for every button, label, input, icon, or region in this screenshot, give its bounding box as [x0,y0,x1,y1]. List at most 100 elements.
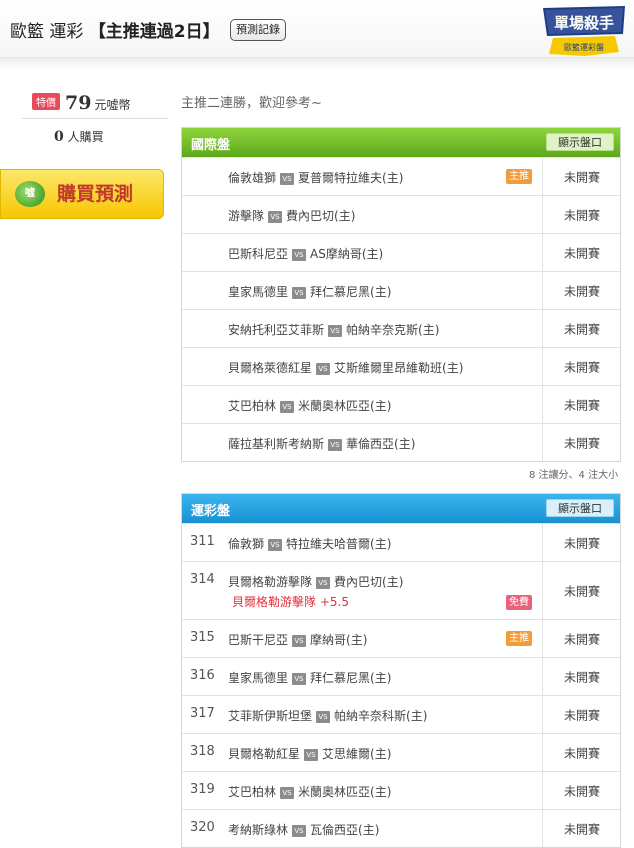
match-row[interactable]: 317 艾菲斯伊斯坦堡 VS 帕納辛奈科斯(主) 未開賽 [182,695,620,733]
title-main: 【主推連過2日】 [88,22,220,42]
vs-icon: VS [268,211,283,223]
match-teams: 艾菲斯伊斯坦堡 VS 帕納辛奈科斯(主) [228,707,427,724]
match-status: 未開賽 [542,234,621,271]
vs-icon: VS [304,749,319,761]
match-row[interactable]: 貝爾格萊德紅星 VS 艾斯維爾里昂維勒班(主) 未開賽 [182,347,620,385]
match-row[interactable]: 游擊隊 VS 費內巴切(主) 未開賽 [182,195,620,233]
away-team: 夏普爾特拉維夫(主) [298,171,404,185]
vs-icon: VS [328,439,343,451]
match-row[interactable]: 319 艾巴柏林 VS 米蘭奧林匹亞(主) 未開賽 [182,771,620,809]
special-price-tag: 特價 [32,93,60,110]
main-pick-badge: 主推 [506,169,532,184]
title-prefix: 歐籃 運彩 [10,22,84,42]
vs-icon: VS [316,577,331,589]
price-info: 特價 79 元噓幣 [32,92,130,114]
vs-icon: VS [292,635,307,647]
match-teams: 倫敦獅 VS 特拉維夫哈普爾(主) [228,535,391,552]
buy-prediction-label: 購買預測 [57,183,134,205]
vs-icon: VS [292,287,307,299]
vs-icon: VS [268,539,283,551]
match-teams: 倫敦雄獅 VS 夏普爾特拉維夫(主) [228,169,403,186]
home-team: 考納斯綠林 [228,823,289,837]
match-teams: 貝爾格萊德紅星 VS 艾斯維爾里昂維勒班(主) [228,359,463,376]
match-status: 未開賽 [542,620,621,657]
buy-prediction-button[interactable]: 噓 購買預測 [0,169,164,219]
match-row[interactable]: 318 貝爾格勒紅星 VS 艾思維爾(主) 未開賽 [182,733,620,771]
match-status-label: 未開賽 [563,746,600,760]
intl-panel-header: 國際盤 顯示盤口 [182,128,620,157]
match-status-label: 未開賽 [563,584,600,598]
single-match-killer-badge-icon: 單場殺手 歐籃運彩盤 [543,6,625,56]
match-row[interactable]: 320 考納斯綠林 VS 瓦倫西亞(主) 未開賽 [182,809,620,847]
home-team: 游擊隊 [228,209,265,223]
away-team: 摩納哥(主) [310,633,368,647]
coin-icon: 噓 [15,181,45,207]
match-status: 未開賽 [542,696,621,733]
match-status-label: 未開賽 [563,536,600,550]
match-row[interactable]: 倫敦雄獅 VS 夏普爾特拉維夫(主) 主推 未開賽 [182,157,620,195]
away-team: 米蘭奧林匹亞(主) [298,785,392,799]
vs-icon: VS [280,787,295,799]
match-row[interactable]: 311 倫敦獅 VS 特拉維夫哈普爾(主) 未開賽 [182,523,620,561]
match-status-label: 未開賽 [563,284,600,298]
page-header: 歐籃 運彩 【主推連過2日】 預測記錄 單場殺手 歐籃運彩盤 [0,0,634,58]
home-team: 貝爾格勒紅星 [228,747,301,761]
free-badge: 免費 [506,595,532,610]
home-team: 貝爾格勒游擊隊 [228,575,313,589]
match-teams: 游擊隊 VS 費內巴切(主) [228,207,355,224]
match-status: 未開賽 [542,348,621,385]
match-teams: 巴斯科尼亞 VS AS摩納哥(主) [228,245,383,262]
away-team: 帕納辛奈克斯(主) [346,323,440,337]
match-teams: 貝爾格勒游擊隊 VS 費內巴切(主) [228,573,403,590]
vs-icon: VS [292,249,307,261]
home-team: 巴斯干尼亞 [228,633,289,647]
price-value: 79 [65,92,92,114]
away-team: 費內巴切(主) [286,209,356,223]
match-teams: 艾巴柏林 VS 米蘭奧林匹亞(主) [228,397,391,414]
match-row[interactable]: 皇家馬德里 VS 拜仁慕尼黑(主) 未開賽 [182,271,620,309]
main-pick-badge: 主推 [506,631,532,646]
home-team: 薩拉基利斯考納斯 [228,437,325,451]
home-team: 貝爾格萊德紅星 [228,361,313,375]
intl-panel-title: 國際盤 [191,138,231,153]
match-status: 未開賽 [542,658,621,695]
match-status-label: 未開賽 [563,436,600,450]
match-status: 未開賽 [542,386,621,423]
home-team: 倫敦雄獅 [228,171,277,185]
match-status: 未開賽 [542,734,621,771]
intl-rows: 倫敦雄獅 VS 夏普爾特拉維夫(主) 主推 未開賽 游擊隊 VS 費內巴切(主) 未開賽 巴斯科尼… [182,157,620,461]
home-team: 倫敦獅 [228,537,265,551]
away-team: 華倫西亞(主) [346,437,416,451]
match-teams: 考納斯綠林 VS 瓦倫西亞(主) [228,821,379,838]
sports-show-odds-button[interactable]: 顯示盤口 [546,499,614,517]
match-teams: 安納托利亞艾菲斯 VS 帕納辛奈克斯(主) [228,321,439,338]
match-row[interactable]: 315 巴斯干尼亞 VS 摩納哥(主) 主推 未開賽 [182,619,620,657]
match-row[interactable]: 巴斯科尼亞 VS AS摩納哥(主) 未開賽 [182,233,620,271]
prediction-pick: 貝爾格勒游擊隊 +5.5 [232,595,349,609]
match-status-label: 未開賽 [563,246,600,260]
match-row[interactable]: 314 貝爾格勒游擊隊 VS 費內巴切(主) 貝爾格勒游擊隊 +5.5 免費 未開賽 [182,561,620,619]
away-team: 瓦倫西亞(主) [310,823,380,837]
match-status-label: 未開賽 [563,322,600,336]
match-row[interactable]: 薩拉基利斯考納斯 VS 華倫西亞(主) 未開賽 [182,423,620,461]
vs-icon: VS [280,401,295,413]
header-shadow [0,58,634,70]
prediction-record-button[interactable]: 預測記錄 [230,19,286,41]
match-row[interactable]: 艾巴柏林 VS 米蘭奧林匹亞(主) 未開賽 [182,385,620,423]
intl-show-odds-button[interactable]: 顯示盤口 [546,133,614,151]
match-number: 319 [190,782,215,797]
sports-panel: 運彩盤 顯示盤口 311 倫敦獅 VS 特拉維夫哈普爾(主) 未開賽 314 貝爾格勒游擊隊… [181,493,621,848]
match-teams: 貝爾格勒紅星 VS 艾思維爾(主) [228,745,391,762]
away-team: 米蘭奧林匹亞(主) [298,399,392,413]
vs-icon: VS [280,173,295,185]
match-row[interactable]: 316 皇家馬德里 VS 拜仁慕尼黑(主) 未開賽 [182,657,620,695]
away-team: AS摩納哥(主) [310,247,384,261]
match-status-label: 未開賽 [563,784,600,798]
vs-icon: VS [328,325,343,337]
match-status-label: 未開賽 [563,670,600,684]
away-team: 艾思維爾(主) [322,747,392,761]
match-row[interactable]: 安納托利亞艾菲斯 VS 帕納辛奈克斯(主) 未開賽 [182,309,620,347]
vs-icon: VS [292,825,307,837]
sports-rows: 311 倫敦獅 VS 特拉維夫哈普爾(主) 未開賽 314 貝爾格勒游擊隊 VS 費內巴切(主)… [182,523,620,847]
home-team: 皇家馬德里 [228,285,289,299]
